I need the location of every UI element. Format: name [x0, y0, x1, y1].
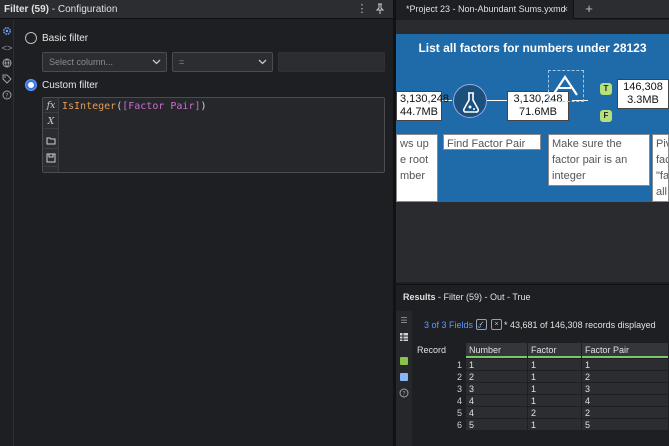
editor-toolbar: fx X [43, 98, 59, 172]
table-cell[interactable]: 2 [466, 371, 528, 383]
folder-icon[interactable] [44, 135, 58, 149]
variable-icon[interactable]: X [44, 115, 58, 129]
globe-icon[interactable] [1, 58, 13, 70]
table-cell[interactable]: 1 [528, 395, 582, 407]
records-displayed: * 43,681 of 146,308 records displayed [504, 320, 656, 330]
column-header[interactable]: Number [466, 343, 528, 358]
operator-select[interactable]: = [172, 52, 273, 72]
expression-field: [Factor Pair] [122, 101, 201, 112]
basic-filter-radio[interactable] [25, 32, 37, 44]
svg-text:?: ? [5, 93, 8, 100]
results-toolbar: 3 of 3 Fields ⌄ ✓ × * 43,681 of 146,308 … [414, 317, 669, 333]
custom-filter-label: Custom filter [42, 80, 99, 91]
column-header[interactable]: Record [414, 343, 466, 358]
comment-box[interactable]: Find Factor Pair [443, 134, 541, 150]
table-cell[interactable]: 4 [466, 407, 528, 419]
tool-container[interactable]: List all factors for numbers under 28123… [396, 34, 669, 202]
document-tabs: *Project 23 - Non-Abundant Sums.yxmd × + [396, 0, 669, 19]
table-cell[interactable]: 4 [466, 395, 528, 407]
table-cell[interactable]: 5 [582, 419, 669, 431]
column-type-bar [466, 356, 527, 358]
column-select-placeholder: Select column... [49, 57, 114, 67]
column-header[interactable]: Factor [528, 343, 582, 358]
menu-icon[interactable]: ☰ [399, 316, 409, 326]
table-cell[interactable]: 2 [528, 407, 582, 419]
record-number[interactable]: 3 [414, 383, 466, 395]
table-cell[interactable]: 1 [528, 371, 582, 383]
record-count-badge: 146,308 3.3MB [617, 79, 669, 109]
results-header: Results - Filter (59) - Out - True [403, 292, 531, 302]
results-panel: Results - Filter (59) - Out - True ☰ ? 3… [396, 284, 669, 446]
record-number[interactable]: 2 [414, 371, 466, 383]
clear-icon[interactable]: × [491, 319, 502, 330]
tag-icon[interactable] [1, 74, 13, 86]
expression-editor[interactable]: fx X IsInteger([Factor Pair]) [42, 97, 385, 173]
custom-filter-radio[interactable] [25, 79, 37, 91]
chevron-down-icon [152, 53, 161, 77]
config-side-rail: <> ? [0, 20, 14, 446]
table-cell[interactable]: 2 [582, 407, 669, 419]
table-icon[interactable] [399, 332, 409, 342]
close-icon[interactable]: × [563, 0, 568, 19]
comment-box[interactable]: ws up e root mber [396, 134, 438, 202]
data-icon[interactable] [399, 356, 409, 366]
configuration-panel: Filter (59) - Configuration ⋮ <> ? Basic… [0, 0, 393, 446]
column-header[interactable]: Factor Pair [582, 343, 669, 358]
svg-text:?: ? [402, 391, 405, 398]
true-output-badge[interactable]: T [600, 83, 612, 95]
column-type-bar [582, 356, 668, 358]
record-number[interactable]: 6 [414, 419, 466, 431]
chevron-down-icon [258, 53, 267, 77]
fields-selector[interactable]: 3 of 3 Fields ⌄ [424, 317, 483, 333]
function-icon[interactable]: fx [44, 99, 58, 113]
record-number[interactable]: 5 [414, 407, 466, 419]
help-icon[interactable]: ? [1, 90, 13, 102]
table-cell[interactable]: 1 [528, 419, 582, 431]
results-side-rail: ☰ ? [396, 311, 412, 446]
expression-function: IsInteger [62, 101, 117, 112]
pin-icon[interactable] [374, 3, 386, 15]
filter-value-input[interactable] [278, 52, 385, 72]
expression-text[interactable]: IsInteger([Factor Pair]) [62, 101, 207, 112]
app-window: Filter (59) - Configuration ⋮ <> ? Basic… [0, 0, 669, 446]
table-cell[interactable]: 2 [582, 371, 669, 383]
table-cell[interactable]: 1 [466, 359, 528, 371]
table-cell[interactable]: 3 [466, 383, 528, 395]
table-cell[interactable]: 1 [582, 359, 669, 371]
configuration-title: Filter (59) - Configuration [4, 3, 118, 15]
add-tab-icon[interactable]: + [582, 0, 596, 19]
more-options-icon[interactable]: ⋮ [356, 3, 368, 15]
table-cell[interactable]: 5 [466, 419, 528, 431]
column-type-bar [528, 356, 581, 358]
expression-paren-close: ) [200, 101, 207, 112]
formula-tool-icon[interactable] [453, 84, 487, 118]
save-icon[interactable] [44, 153, 58, 167]
record-number[interactable]: 1 [414, 359, 466, 371]
comment-box[interactable]: Piv fac "fa all col [652, 134, 669, 202]
tab-project-23[interactable]: *Project 23 - Non-Abundant Sums.yxmd × [396, 0, 574, 19]
operator-select-value: = [179, 57, 185, 67]
comment-box[interactable]: Make sure the factor pair is an integer [548, 134, 650, 186]
false-output-badge[interactable]: F [600, 110, 612, 122]
code-icon[interactable]: <> [1, 42, 13, 54]
table-cell[interactable]: 3 [582, 383, 669, 395]
checkbox-icon[interactable]: ✓ [476, 319, 487, 330]
container-title: List all factors for numbers under 28123 [418, 41, 647, 55]
table-cell[interactable]: 4 [582, 395, 669, 407]
table-cell[interactable]: 1 [528, 359, 582, 371]
help-icon[interactable]: ? [399, 388, 409, 398]
record-number[interactable]: 4 [414, 395, 466, 407]
tab-label: *Project 23 - Non-Abundant Sums.yxmd [406, 4, 566, 14]
gear-icon[interactable] [1, 26, 13, 38]
filter-tool-icon[interactable] [548, 70, 584, 102]
record-count-badge: 3,130,248 44.7MB [396, 91, 449, 121]
connection-line [487, 100, 507, 101]
basic-filter-label: Basic filter [42, 33, 89, 44]
metadata-icon[interactable] [399, 372, 409, 382]
column-select[interactable]: Select column... [42, 52, 167, 72]
table-cell[interactable]: 1 [528, 383, 582, 395]
configuration-header: Filter (59) - Configuration ⋮ [0, 0, 393, 19]
